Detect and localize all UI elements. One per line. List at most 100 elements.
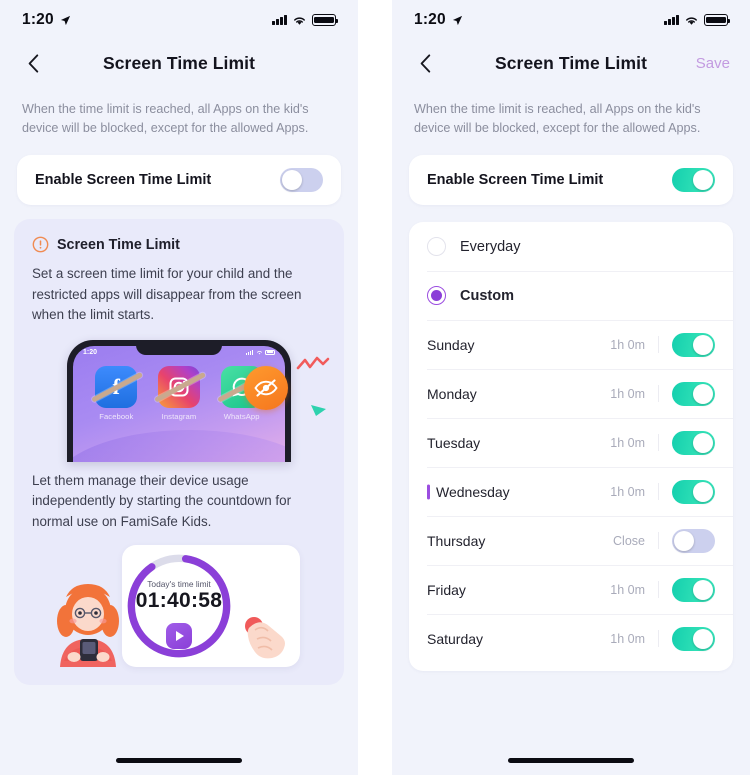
info-card: Screen Time Limit Set a screen time limi… — [14, 219, 344, 685]
dual-screenshot-stage: 1:20 Screen Time Limit When the time lim… — [0, 0, 750, 775]
schedule-options-list: Everyday Custom — [409, 222, 733, 320]
status-bar-left: 1:20 — [0, 0, 358, 40]
schedule-option-label: Everyday — [460, 238, 521, 255]
page-description: When the time limit is reached, all Apps… — [414, 102, 701, 135]
mock-app-label: Facebook — [99, 411, 134, 421]
vertical-divider — [658, 483, 659, 500]
toggle-knob — [693, 383, 713, 404]
wifi-icon — [294, 16, 305, 25]
home-indicator-bar — [116, 758, 242, 763]
schedule-day-toggle[interactable] — [672, 626, 715, 651]
toggle-knob — [693, 334, 713, 355]
schedule-day-value[interactable]: Close — [603, 534, 645, 548]
schedule-day-toggle[interactable] — [672, 479, 715, 504]
timer-value: 01:40:58 — [135, 589, 223, 612]
status-bar-right-group — [664, 14, 731, 26]
schedule-day-row[interactable]: Tuesday 1h 0m — [409, 418, 733, 467]
schedule-option-everyday[interactable]: Everyday — [409, 222, 733, 271]
schedule-day-row[interactable]: Wednesday 1h 0m — [409, 467, 733, 516]
child-illustration — [57, 584, 119, 667]
eye-off-glyph — [254, 378, 278, 397]
nav-bar-left: Screen Time Limit — [0, 40, 358, 86]
status-bar-left-group: 1:20 — [22, 11, 71, 29]
schedule-day-controls: 1h 0m — [603, 577, 715, 602]
play-icon[interactable] — [166, 623, 192, 649]
decorative-squiggle-icon — [296, 356, 330, 369]
toggle-knob — [693, 628, 713, 649]
schedule-day-toggle[interactable] — [672, 332, 715, 357]
schedule-day-label: Friday — [427, 581, 466, 598]
schedule-day-row[interactable]: Saturday 1h 0m — [409, 614, 733, 663]
nav-bar-right: Screen Time Limit Save — [392, 40, 750, 86]
radio-unselected-icon[interactable] — [427, 237, 446, 256]
decorative-triangle-icon — [311, 404, 326, 416]
toggle-knob — [674, 530, 694, 551]
phone-screen-right: 1:20 Screen Time Limit Save When the tim… — [392, 0, 750, 775]
enable-screen-time-limit-row[interactable]: Enable Screen Time Limit — [17, 155, 341, 205]
schedule-card: Everyday Custom Sunday 1h 0m Monday 1h 0m Tue… — [409, 222, 733, 671]
schedule-day-controls: 1h 0m — [603, 479, 715, 504]
schedule-day-row[interactable]: Sunday 1h 0m — [409, 320, 733, 369]
enable-screen-time-limit-row[interactable]: Enable Screen Time Limit — [409, 155, 733, 205]
toggle-knob — [693, 579, 713, 600]
page-title: Screen Time Limit — [102, 52, 256, 73]
wifi-icon — [686, 16, 697, 25]
schedule-day-toggle[interactable] — [672, 381, 715, 406]
schedule-day-row[interactable]: Monday 1h 0m — [409, 369, 733, 418]
schedule-day-value[interactable]: 1h 0m — [603, 338, 645, 352]
page-description: When the time limit is reached, all Apps… — [22, 102, 309, 135]
mock-app-instagram: Instagram — [154, 365, 206, 421]
chevron-left-icon — [28, 53, 38, 73]
schedule-day-value[interactable]: 1h 0m — [603, 436, 645, 450]
schedule-day-row[interactable]: Friday 1h 0m — [409, 565, 733, 614]
warning-exclamation-icon — [32, 236, 49, 253]
save-button[interactable]: Save — [696, 55, 730, 72]
schedule-day-value[interactable]: 1h 0m — [603, 583, 645, 597]
mock-status-icons — [245, 349, 275, 355]
status-bar-right: 1:20 — [392, 0, 750, 40]
schedule-day-value[interactable]: 1h 0m — [603, 485, 645, 499]
vertical-divider — [658, 336, 659, 353]
radio-selected-icon[interactable] — [427, 286, 446, 305]
status-time: 1:20 — [22, 11, 54, 28]
today-indicator-bar — [427, 484, 430, 499]
instagram-icon — [154, 365, 206, 408]
schedule-day-toggle[interactable] — [672, 430, 715, 455]
enable-screen-time-limit-label: Enable Screen Time Limit — [427, 172, 604, 188]
back-button[interactable] — [20, 50, 46, 76]
status-bar-left-group: 1:20 — [414, 11, 463, 29]
phone-screen-left: 1:20 Screen Time Limit When the time lim… — [0, 0, 358, 775]
timer-label: Today's time limit — [147, 579, 211, 589]
schedule-day-value[interactable]: 1h 0m — [603, 632, 645, 646]
schedule-days-list: Sunday 1h 0m Monday 1h 0m Tuesday 1h 0m Wednes… — [409, 320, 733, 663]
mock-signal-icon — [245, 349, 253, 355]
mock-app-label: WhatsApp — [223, 411, 260, 421]
home-indicator-bar — [508, 758, 634, 763]
cellular-signal-icon — [272, 15, 287, 25]
blocked-eye-icon — [244, 365, 288, 410]
schedule-day-toggle[interactable] — [672, 528, 715, 553]
schedule-day-label: Monday — [427, 385, 477, 402]
status-time: 1:20 — [414, 11, 446, 28]
schedule-day-row[interactable]: Thursday Close — [409, 516, 733, 565]
mock-phone-frame: 1:20 Facebook Instagram WhatsApp — [67, 339, 291, 462]
schedule-day-value[interactable]: 1h 0m — [603, 387, 645, 401]
schedule-day-toggle[interactable] — [672, 577, 715, 602]
vertical-divider — [658, 532, 659, 549]
back-button[interactable] — [412, 50, 438, 76]
info-card-header: Screen Time Limit — [32, 236, 326, 253]
schedule-day-controls: Close — [603, 528, 715, 553]
schedule-day-controls: 1h 0m — [603, 626, 715, 651]
status-bar-right-group — [272, 14, 339, 26]
mock-app-label: Instagram — [161, 411, 197, 421]
enable-screen-time-limit-toggle[interactable] — [280, 168, 323, 192]
mock-battery-icon — [265, 349, 275, 355]
vertical-divider — [658, 385, 659, 402]
enable-screen-time-limit-toggle[interactable] — [672, 168, 715, 192]
vertical-divider — [658, 630, 659, 647]
schedule-option-custom[interactable]: Custom — [409, 271, 733, 320]
enable-screen-time-limit-label: Enable Screen Time Limit — [35, 172, 212, 188]
toggle-knob — [693, 481, 713, 502]
toggle-knob — [693, 170, 713, 190]
cellular-signal-icon — [664, 15, 679, 25]
